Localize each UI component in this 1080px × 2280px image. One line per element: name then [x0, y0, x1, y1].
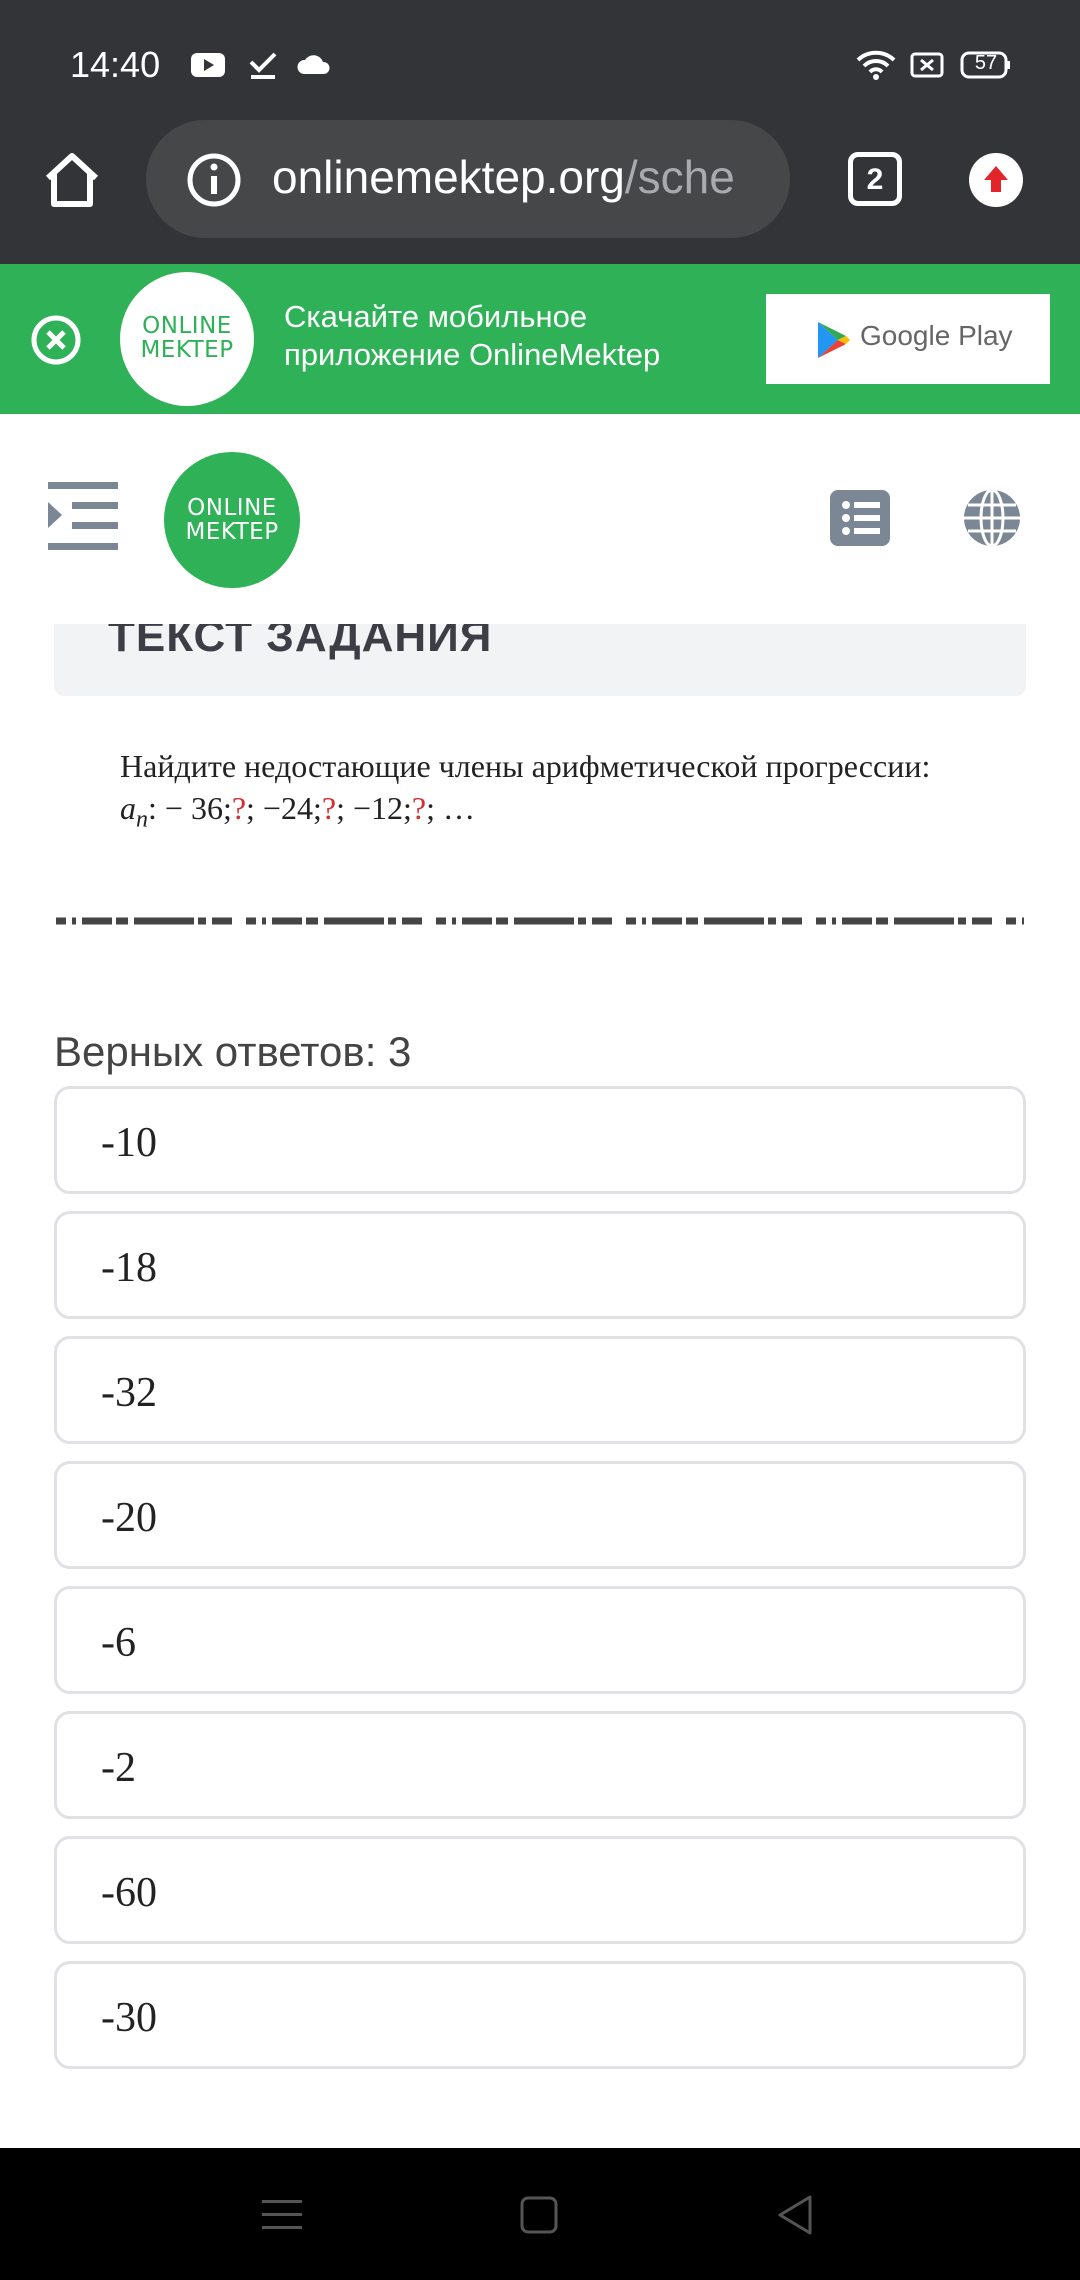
correct-answers-count: Верных ответов: 3 [54, 1028, 412, 1075]
battery-level: 57 [974, 52, 998, 74]
site-header: ONLINE MEKTEP [0, 414, 1080, 624]
missing-term-3: ? [411, 790, 427, 826]
seq-part-4: ; … [426, 790, 475, 826]
task-text: Найдите недостающие члены арифметической… [120, 748, 931, 784]
url-domain: onlinemektep.org [272, 151, 625, 203]
wifi-icon [856, 50, 896, 80]
answer-label: -2 [101, 1745, 136, 1791]
seq-part-2: ; −24; [246, 790, 322, 826]
youtube-icon [191, 53, 225, 77]
home-button-icon[interactable] [520, 2196, 558, 2234]
promo-text: Скачайте мобильное приложение OnlineMekt… [284, 299, 661, 372]
upload-icon[interactable] [968, 152, 1024, 208]
divider [56, 917, 1024, 925]
address-bar[interactable]: onlinemektep.org/sche [146, 120, 790, 238]
cloud-icon [297, 55, 330, 74]
seq-part-3: ; −12; [336, 790, 412, 826]
google-play-button[interactable]: Google Play [766, 294, 1050, 384]
answer-label: -60 [101, 1870, 157, 1916]
checkmark-icon [249, 52, 277, 79]
answer-option-6[interactable]: -2 [54, 1711, 1026, 1819]
close-icon[interactable] [30, 314, 82, 366]
missing-term-2: ? [321, 790, 337, 826]
answer-label: -18 [101, 1245, 157, 1291]
answer-option-2[interactable]: -18 [54, 1211, 1026, 1319]
seq-part-1: : − 36; [148, 790, 232, 826]
answer-option-3[interactable]: -32 [54, 1336, 1026, 1444]
onlinemektep-logo: ONLINE MEKTEP [120, 272, 254, 406]
tab-count: 2 [866, 163, 884, 196]
answer-option-5[interactable]: -6 [54, 1586, 1026, 1694]
task-heading-box: ТЕКСТ ЗАДАНИЯ [54, 624, 1026, 696]
system-nav-bar [0, 2148, 1080, 2280]
sequence-var: a [120, 790, 136, 826]
answer-option-4[interactable]: -20 [54, 1461, 1026, 1569]
task-heading: ТЕКСТ ЗАДАНИЯ [108, 624, 493, 661]
site-logo-line1: ONLINE [187, 495, 277, 521]
status-bar: 14:40 57 [0, 0, 1080, 120]
info-icon[interactable] [186, 152, 242, 208]
logo-line1: ONLINE [142, 313, 232, 339]
answer-option-1[interactable]: -10 [54, 1086, 1026, 1194]
missing-term-1: ? [231, 790, 247, 826]
back-icon[interactable] [776, 2194, 814, 2236]
task-sequence: an: − 36;?; −24;?; −12;?; … [120, 790, 475, 833]
list-icon[interactable] [830, 490, 890, 546]
menu-indent-icon[interactable] [46, 480, 120, 552]
answer-label: -30 [101, 1995, 157, 2041]
url-text[interactable]: onlinemektep.org/sche [272, 150, 772, 204]
google-play-icon [818, 322, 850, 358]
browser-toolbar: onlinemektep.org/sche 2 [0, 120, 1080, 264]
menu-icon[interactable] [262, 2198, 302, 2232]
url-path: /sche [624, 151, 735, 203]
sim-blocked-icon [910, 52, 944, 78]
answer-label: -20 [101, 1495, 157, 1541]
answer-option-8[interactable]: -30 [54, 1961, 1026, 2069]
sequence-sub: n [136, 806, 148, 833]
site-logo-line2: MEKTEP [185, 519, 279, 545]
app-promo-banner: ONLINE MEKTEP Скачайте мобильное приложе… [0, 264, 1080, 414]
status-time: 14:40 [70, 44, 161, 85]
answer-label: -32 [101, 1370, 157, 1416]
tab-switcher-button[interactable]: 2 [848, 152, 902, 206]
site-logo[interactable]: ONLINE MEKTEP [164, 452, 300, 588]
google-play-label: Google Play [860, 320, 1013, 351]
globe-icon[interactable] [962, 488, 1022, 548]
answer-label: -10 [101, 1120, 157, 1166]
home-icon[interactable] [42, 150, 102, 210]
answer-option-7[interactable]: -60 [54, 1836, 1026, 1944]
answer-label: -6 [101, 1620, 136, 1666]
logo-line2: MEKTEP [140, 337, 234, 363]
